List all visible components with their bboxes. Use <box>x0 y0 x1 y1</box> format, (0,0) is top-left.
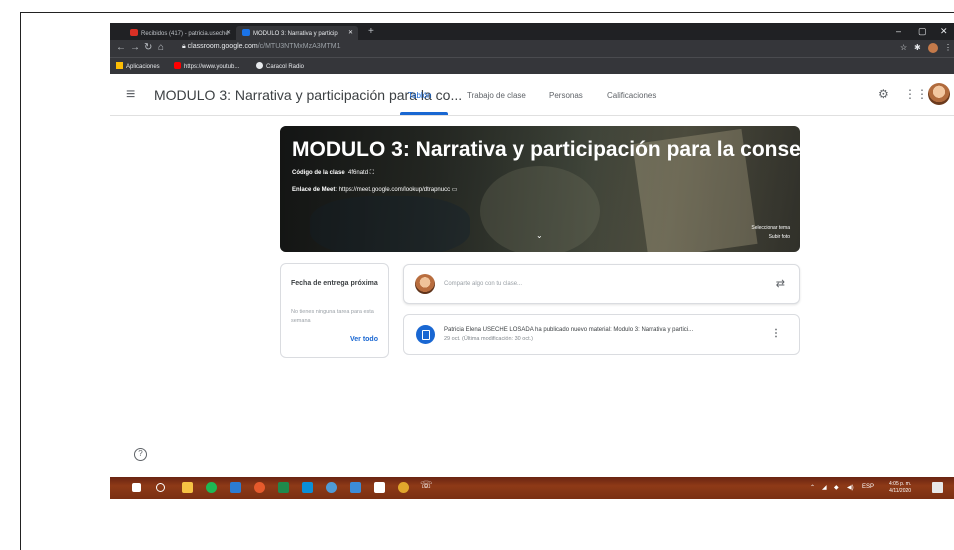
upload-photo-link[interactable]: Subir foto <box>751 233 790 242</box>
outlook-icon[interactable] <box>302 482 313 493</box>
user-avatar <box>415 274 435 294</box>
hamburger-menu-icon[interactable]: ≡ <box>126 86 135 104</box>
material-post[interactable]: Patricia Elena USECHE LOSADA ha publicad… <box>403 314 800 355</box>
tab-people[interactable]: Personas <box>549 91 583 100</box>
clock-date: 4/11/2020 <box>889 488 912 494</box>
select-theme-link[interactable]: Seleccionar tema <box>751 224 790 233</box>
phone-icon[interactable]: ☏ <box>420 480 433 491</box>
classroom-header: ≡ MODULO 3: Narrativa y participación pa… <box>110 74 954 116</box>
maximize-button[interactable]: ▢ <box>918 26 927 37</box>
class-banner: MODULO 3: Narrativa y participación para… <box>280 126 800 252</box>
tab-stream[interactable]: Tablón <box>408 91 432 100</box>
tab-gmail-label: Recibidos (417) - patricia.useche <box>141 31 229 37</box>
star-icon[interactable]: ☆ <box>900 43 907 52</box>
tab-close-icon[interactable]: ✕ <box>348 29 353 36</box>
tab-grades[interactable]: Calificaciones <box>607 91 656 100</box>
meet-link: Enlace de Meet: https://meet.google.com/… <box>292 187 458 193</box>
word-icon[interactable] <box>230 482 241 493</box>
tab-classroom[interactable]: MODULO 3: Narrativa y particip ✕ <box>236 26 358 40</box>
mail-icon[interactable] <box>350 482 361 493</box>
tray-chevron-icon[interactable]: ⌃ <box>810 484 815 491</box>
menu-dots-icon[interactable]: ⋮ <box>944 43 952 52</box>
back-arrow-icon[interactable]: ← <box>116 42 126 53</box>
post-date: 29 oct. (Última modificación: 30 oct.) <box>444 336 533 342</box>
class-code: Código de la clase 4f6natd ⛶ <box>292 170 374 177</box>
repost-icon[interactable]: ⇄ <box>776 277 785 290</box>
extensions-icon[interactable]: ✱ <box>914 43 921 52</box>
windows-start-icon[interactable] <box>132 483 141 492</box>
upcoming-card: Fecha de entrega próxima No tienes ningu… <box>280 263 389 358</box>
address-bar[interactable]: 🔒︎ classroom.google.com/c/MTU3NTMxMzA3MT… <box>182 43 341 51</box>
teams-icon[interactable] <box>326 482 337 493</box>
gmail-icon <box>130 29 138 36</box>
antivirus-icon[interactable]: ◆ <box>834 484 839 491</box>
url-path: /c/MTU3NTMxMzA3MTM1 <box>257 43 341 50</box>
help-icon[interactable]: ? <box>134 448 147 461</box>
document-icon[interactable] <box>374 482 385 493</box>
video-camera-icon[interactable]: ▭ <box>452 187 458 193</box>
material-icon <box>416 325 435 344</box>
meet-url[interactable]: https://meet.google.com/lookup/dtrapnucc <box>339 187 450 193</box>
share-placeholder[interactable]: Comparte algo con tu clase... <box>444 281 522 287</box>
spotify-icon[interactable] <box>206 482 217 493</box>
browser-tab-bar: Recibidos (417) - patricia.useche ✕ MODU… <box>110 23 954 40</box>
bookmark-caracol[interactable]: Caracol Radio <box>256 62 304 70</box>
network-icon[interactable]: ◢ <box>822 484 827 491</box>
upcoming-title: Fecha de entrega próxima <box>291 280 378 287</box>
windows-taskbar: ☏ ⌃ ◢ ◆ ◀) ESP 4:05 p. m. 4/11/2020 <box>110 477 954 499</box>
close-window-button[interactable]: ✕ <box>940 26 948 37</box>
language-indicator[interactable]: ESP <box>862 484 874 490</box>
minimize-button[interactable]: – <box>896 26 901 36</box>
bookmark-youtube-label: https://www.youtub... <box>184 64 240 70</box>
class-code-label: Código de la clase <box>292 170 345 176</box>
bookmarks-bar: Aplicaciones https://www.youtub... Carac… <box>110 57 954 74</box>
home-icon[interactable]: ⌂ <box>158 42 164 53</box>
tab-classwork[interactable]: Trabajo de clase <box>467 91 526 100</box>
share-box[interactable]: Comparte algo con tu clase... ⇄ <box>403 264 800 304</box>
fullscreen-icon[interactable]: ⛶ <box>370 170 374 176</box>
file-explorer-icon[interactable] <box>182 482 193 493</box>
firefox-icon[interactable] <box>254 482 265 493</box>
tab-gmail[interactable]: Recibidos (417) - patricia.useche ✕ <box>124 26 236 40</box>
youtube-icon <box>174 62 181 69</box>
settings-gear-icon[interactable]: ⚙ <box>878 87 889 101</box>
post-text: Patricia Elena USECHE LOSADA ha publicad… <box>444 327 694 333</box>
profile-avatar-icon[interactable] <box>928 43 938 53</box>
reload-icon[interactable]: ↻ <box>144 42 152 53</box>
bookmark-caracol-label: Caracol Radio <box>266 64 305 70</box>
system-clock[interactable]: 4:05 p. m. 4/11/2020 <box>889 481 911 495</box>
new-tab-button[interactable]: + <box>368 26 374 37</box>
banner-actions: Seleccionar tema Subir foto <box>751 224 790 242</box>
bookmark-apps[interactable]: Aplicaciones <box>116 62 160 70</box>
banner-title: MODULO 3: Narrativa y participación para… <box>292 138 800 161</box>
tab-close-icon[interactable]: ✕ <box>226 29 231 36</box>
clock-time: 4:05 p. m. <box>889 481 912 487</box>
forward-arrow-icon[interactable]: → <box>130 42 140 53</box>
volume-icon[interactable]: ◀) <box>847 484 854 491</box>
notifications-icon[interactable] <box>932 482 943 493</box>
more-options-icon[interactable]: ⋮ <box>771 328 781 339</box>
caracol-icon <box>256 62 263 69</box>
account-avatar[interactable] <box>928 83 950 105</box>
browser-toolbar: ← → ↻ ⌂ 🔒︎ classroom.google.com/c/MTU3NT… <box>110 40 954 57</box>
apps-grid-icon <box>116 62 123 69</box>
tab-classroom-label: MODULO 3: Narrativa y particip <box>253 31 338 37</box>
view-all-link[interactable]: Ver todo <box>350 336 378 343</box>
search-icon[interactable] <box>156 483 165 492</box>
active-tab-indicator <box>400 112 448 115</box>
excel-icon[interactable] <box>278 482 289 493</box>
chrome-icon[interactable] <box>398 482 409 493</box>
chevron-down-icon[interactable]: ⌄ <box>536 231 543 240</box>
url-host: classroom.google.com <box>187 43 258 50</box>
meet-label: Enlace de Meet <box>292 187 336 193</box>
upcoming-empty-text: No tienes ninguna tarea para esta semana <box>291 309 374 324</box>
class-code-value: 4f6natd <box>348 170 369 176</box>
classroom-icon <box>242 29 250 36</box>
bookmark-youtube[interactable]: https://www.youtub... <box>174 62 239 70</box>
bookmark-apps-label: Aplicaciones <box>126 64 160 70</box>
